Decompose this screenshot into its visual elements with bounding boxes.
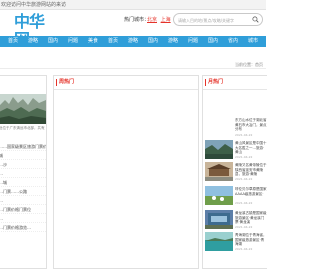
left-list: ……国家级景区旅游门票价格…… 城 …沙 … …城 …门票……公路 … …门票价…	[0, 142, 46, 232]
list-item[interactable]: …门票价格门票位	[0, 205, 46, 214]
nav-item[interactable]: 首页	[6, 36, 20, 47]
item-date: 2021-04-22	[235, 133, 253, 137]
section-header: 月热门	[203, 76, 267, 90]
search-icon[interactable]	[252, 16, 259, 23]
list-item[interactable]: 黄龙溪古镇是国家级旅游景区·黄龙溪门票·黄龙溪 2021-04-22	[205, 210, 267, 231]
nav-item[interactable]: 问题	[66, 36, 80, 47]
featured-desc: 此位于广东清远市北部，共有近800个景区……	[0, 126, 45, 130]
section-title: 周热门	[59, 79, 75, 85]
item-title[interactable]: 黄山风景区是中国十大名胜之一…旅游·黄山	[235, 141, 267, 155]
nav-item[interactable]: 游略	[26, 36, 40, 47]
item-title[interactable]: 东方山水位于湖北省黄石市大冶门，景点分布	[235, 118, 267, 134]
item-title[interactable]: 黄龙溪古镇是国家级旅游景区·黄龙溪门票·黄龙溪	[235, 211, 267, 225]
accent-bar	[205, 79, 206, 86]
item-date: 2021-04-22	[235, 247, 253, 251]
item-date: 2021-04-22	[235, 155, 253, 159]
top-bar: 欢迎访问中华旅游网站的来访	[0, 0, 266, 10]
nav-item[interactable]: 国内	[206, 36, 220, 47]
nav-item[interactable]: 国内	[46, 36, 60, 47]
item-date: 2021-04-22	[235, 225, 253, 229]
item-title[interactable]: 呼伦贝尔草原是国家AAAA级旅游景区·	[235, 187, 267, 201]
nav-item[interactable]: 首页	[106, 36, 120, 47]
nav-item[interactable]: 国内	[146, 36, 160, 47]
list-item[interactable]: 呼伦贝尔草原是国家AAAA级旅游景区· 2021-04-22	[205, 186, 267, 207]
list-item[interactable]: …沙	[0, 160, 46, 169]
thumbnail[interactable]	[205, 162, 233, 181]
main-nav: 首页 游略 国内 问题 美食 首页 游略 国内 游略 问题 国内 省内 城市	[0, 36, 266, 47]
nav-item[interactable]: 游略	[126, 36, 140, 47]
left-column: 此位于广东清远市北部，共有近800个景区…… ……国家级景区旅游门票价格…… 城…	[0, 75, 47, 269]
welcome-text: 欢迎访问中华旅游网站的来访	[1, 2, 67, 8]
item-date: 2021-04-22	[235, 201, 253, 205]
thumbnail[interactable]	[205, 210, 233, 229]
nav-item[interactable]: 省内	[226, 36, 240, 47]
breadcrumb: 当前位置：首页	[235, 62, 263, 67]
list-item[interactable]: …	[0, 196, 46, 205]
nav-item[interactable]: 城市	[246, 36, 260, 47]
accent-bar	[56, 79, 57, 86]
item-date: 2021-04-22	[235, 177, 253, 181]
mountain-photo	[0, 94, 46, 124]
item-title[interactable]: 青海湖位于青海省，国家级旅游景区·青海湖	[235, 233, 267, 247]
list-item[interactable]: ……国家级景区旅游门票价格……	[0, 142, 46, 151]
site-logo[interactable]: 中华网	[6, 13, 54, 49]
nav-item[interactable]: 问题	[186, 36, 200, 47]
hot-city-link[interactable]: 北京	[147, 17, 157, 23]
hot-cities-label: 热门城市：	[124, 17, 150, 23]
nav-item[interactable]: 美食	[86, 36, 100, 47]
section-title: 月热门	[208, 79, 224, 85]
search-box	[173, 13, 263, 26]
list-item[interactable]: 黄山风景区是中国十大名胜之一…旅游·黄山 2021-04-22	[205, 140, 267, 161]
section-header: 周热门	[54, 76, 198, 90]
sub-nav: 当前位置：首页	[0, 47, 266, 69]
list-item[interactable]: 青海湖位于青海省，国家级旅游景区·青海湖 2021-04-22	[205, 232, 267, 253]
list-item[interactable]: …城	[0, 178, 46, 187]
list-item[interactable]: 东方山水位于湖北省黄石市大冶门，景点分布 2021-04-22	[205, 118, 267, 139]
nav-item[interactable]: 游略	[166, 36, 180, 47]
hot-city-link[interactable]: 上海	[161, 17, 171, 23]
item-title[interactable]: 黄陵又名黄帝陵位于陕西省延安市黄陵县，旅游·黄陵	[235, 163, 267, 177]
weekly-hot-column: 周热门	[53, 75, 199, 269]
list-item[interactable]: …门票价格游览…	[0, 223, 46, 232]
list-item[interactable]: …	[0, 214, 46, 223]
featured-image[interactable]	[0, 94, 46, 124]
thumbnail[interactable]	[205, 232, 233, 251]
search-input[interactable]	[178, 16, 252, 24]
list-item[interactable]: 城	[0, 151, 46, 160]
list-item[interactable]: …门票……公路	[0, 187, 46, 196]
monthly-hot-column: 月热门 东方山水位于湖北省黄石市大冶门，景点分布 2021-04-22 黄山风景…	[202, 75, 267, 269]
thumbnail[interactable]	[205, 140, 233, 159]
list-item[interactable]: …	[0, 169, 46, 178]
list-item[interactable]: 黄陵又名黄帝陵位于陕西省延安市黄陵县，旅游·黄陵 2021-04-22	[205, 162, 267, 183]
thumbnail[interactable]	[205, 186, 233, 205]
